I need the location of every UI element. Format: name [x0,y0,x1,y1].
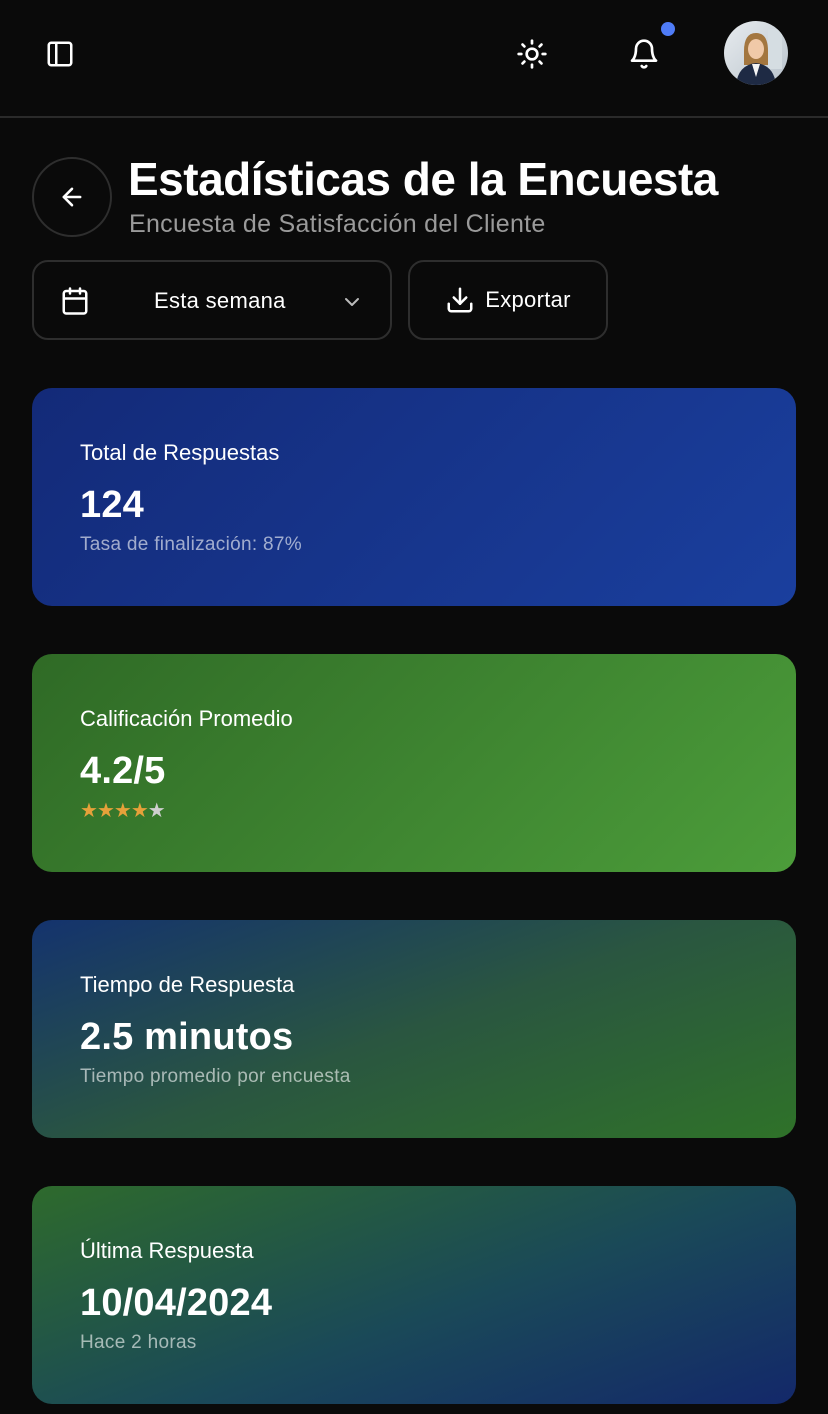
theme-toggle-button[interactable] [504,26,560,82]
download-icon [447,287,473,313]
card-subtitle: Tasa de finalización: 87% [80,534,302,555]
card-subtitle: Hace 2 horas [80,1332,197,1353]
avatar[interactable] [724,21,788,85]
card-title: Última Respuesta [80,1238,254,1263]
arrow-left-icon [62,187,82,207]
date-range-select[interactable]: Esta semana [32,260,392,340]
page-subtitle: Encuesta de Satisfacción del Cliente [129,210,546,238]
star-rating: ★★★★★ [80,798,166,823]
user-photo [724,21,788,85]
card-title: Tiempo de Respuesta [80,972,295,997]
sidebar-toggle-icon [47,41,73,67]
calendar-icon [62,287,88,315]
card-value: 4.2/5 [80,750,166,792]
back-button[interactable] [32,157,112,237]
card-title: Total de Respuestas [80,440,280,465]
page-title: Estadísticas de la Encuesta [128,153,718,205]
star-icon: ★ [130,800,149,822]
card-title: Calificación Promedio [80,706,293,731]
sidebar-toggle-button[interactable] [32,26,88,82]
card-value: 124 [80,484,145,526]
star-icon: ★ [80,800,98,822]
notification-badge [661,22,675,36]
card-value: 10/04/2024 [80,1282,273,1324]
card-value: 2.5 minutos [80,1016,294,1058]
export-label: Exportar [485,287,571,312]
star-icon: ★ [147,800,166,822]
bell-icon [630,39,658,69]
chevron-down-icon [345,298,359,306]
top-bar [0,0,828,118]
stat-card-response-time: Tiempo de Respuesta 2.5 minutos Tiempo p… [32,920,796,1138]
stat-card-last-response: Última Respuesta 10/04/2024 Hace 2 horas [32,1186,796,1404]
star-icon: ★ [113,800,132,822]
date-range-value: Esta semana [154,288,286,313]
star-icon: ★ [96,800,115,822]
card-subtitle: Tiempo promedio por encuesta [80,1066,351,1087]
stat-card-average-rating: Calificación Promedio 4.2/5 ★★★★★ [32,654,796,872]
stat-card-total-responses: Total de Respuestas 124 Tasa de finaliza… [32,388,796,606]
sun-icon [517,39,547,69]
export-button[interactable]: Exportar [408,260,608,340]
